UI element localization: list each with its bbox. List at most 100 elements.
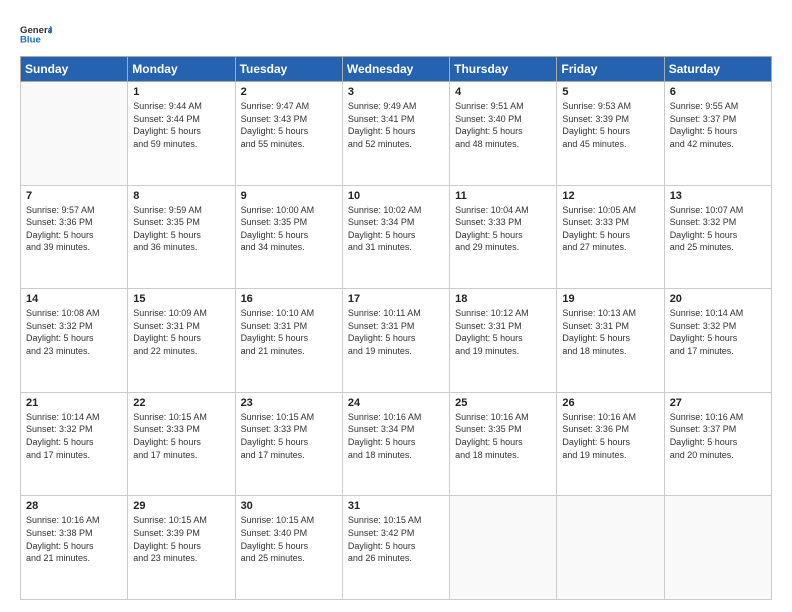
day-cell: 14Sunrise: 10:08 AM Sunset: 3:32 PM Dayl…: [21, 289, 128, 393]
day-info: Sunrise: 10:15 AM Sunset: 3:33 PM Daylig…: [133, 411, 229, 461]
day-cell: 1 Sunrise: 9:44 AM Sunset: 3:44 PM Daylig…: [128, 82, 235, 186]
day-number: 28: [26, 500, 122, 512]
day-cell: 18 Sunrise: 10:12 AM Sunset: 3:31 PM Dayl…: [450, 289, 557, 393]
day-number: 11: [455, 190, 551, 202]
weekday-tuesday: Tuesday: [235, 57, 342, 82]
day-cell: 6 Sunrise: 9:55 AM Sunset: 3:37 PM Daylig…: [664, 82, 771, 186]
day-info: Sunrise: 10:12 AM Sunset: 3:31 PM Daylig…: [455, 307, 551, 357]
week-row-4: 21 Sunrise: 10:14 AM Sunset: 3:32 PM Dayl…: [21, 392, 772, 496]
day-info: Sunrise: 10:08 AM Sunset: 3:32 PM Daylig…: [26, 307, 122, 357]
calendar-body: 1 Sunrise: 9:44 AM Sunset: 3:44 PM Daylig…: [21, 82, 772, 600]
calendar-page: General Blue SundayMondayTuesdayWednesda…: [0, 0, 792, 612]
day-cell: 5 Sunrise: 9:53 AM Sunset: 3:39 PM Daylig…: [557, 82, 664, 186]
calendar-table: SundayMondayTuesdayWednesdayThursdayFrid…: [20, 56, 772, 600]
day-cell: 23 Sunrise: 10:15 AM Sunset: 3:33 PM Dayl…: [235, 392, 342, 496]
day-info: Sunrise: 9:59 AM Sunset: 3:35 PM Dayligh…: [133, 204, 229, 254]
logo: General Blue: [20, 18, 52, 50]
day-cell: 22 Sunrise: 10:15 AM Sunset: 3:33 PM Dayl…: [128, 392, 235, 496]
day-info: Sunrise: 10:14 AM Sunset: 3:32 PM Daylig…: [26, 411, 122, 461]
day-info: Sunrise: 10:00 AM Sunset: 3:35 PM Daylig…: [241, 204, 337, 254]
day-cell: 8 Sunrise: 9:59 AM Sunset: 3:35 PM Daylig…: [128, 185, 235, 289]
day-info: Sunrise: 10:15 AM Sunset: 3:39 PM Daylig…: [133, 514, 229, 564]
day-cell: 4 Sunrise: 9:51 AM Sunset: 3:40 PM Daylig…: [450, 82, 557, 186]
day-number: 19: [562, 293, 658, 305]
day-info: Sunrise: 10:16 AM Sunset: 3:34 PM Daylig…: [348, 411, 444, 461]
day-info: Sunrise: 10:02 AM Sunset: 3:34 PM Daylig…: [348, 204, 444, 254]
day-info: Sunrise: 10:15 AM Sunset: 3:40 PM Daylig…: [241, 514, 337, 564]
day-info: Sunrise: 10:14 AM Sunset: 3:32 PM Daylig…: [670, 307, 766, 357]
day-cell: 25 Sunrise: 10:16 AM Sunset: 3:35 PM Dayl…: [450, 392, 557, 496]
day-number: 24: [348, 397, 444, 409]
day-info: Sunrise: 9:44 AM Sunset: 3:44 PM Dayligh…: [133, 100, 229, 150]
day-info: Sunrise: 9:55 AM Sunset: 3:37 PM Dayligh…: [670, 100, 766, 150]
day-info: Sunrise: 9:47 AM Sunset: 3:43 PM Dayligh…: [241, 100, 337, 150]
day-number: 2: [241, 86, 337, 98]
day-number: 22: [133, 397, 229, 409]
day-number: 3: [348, 86, 444, 98]
day-cell: 27 Sunrise: 10:16 AM Sunset: 3:37 PM Dayl…: [664, 392, 771, 496]
day-cell: [21, 82, 128, 186]
day-info: Sunrise: 9:49 AM Sunset: 3:41 PM Dayligh…: [348, 100, 444, 150]
day-info: Sunrise: 9:53 AM Sunset: 3:39 PM Dayligh…: [562, 100, 658, 150]
day-number: 25: [455, 397, 551, 409]
logo-icon: General Blue: [20, 18, 52, 50]
day-info: Sunrise: 10:10 AM Sunset: 3:31 PM Daylig…: [241, 307, 337, 357]
day-cell: [664, 496, 771, 600]
day-cell: 29 Sunrise: 10:15 AM Sunset: 3:39 PM Dayl…: [128, 496, 235, 600]
day-cell: 12Sunrise: 10:05 AM Sunset: 3:33 PM Dayl…: [557, 185, 664, 289]
day-cell: 19 Sunrise: 10:13 AM Sunset: 3:31 PM Dayl…: [557, 289, 664, 393]
day-number: 16: [241, 293, 337, 305]
day-number: 29: [133, 500, 229, 512]
day-number: 13: [670, 190, 766, 202]
weekday-saturday: Saturday: [664, 57, 771, 82]
day-cell: 9 Sunrise: 10:00 AM Sunset: 3:35 PM Dayli…: [235, 185, 342, 289]
day-number: 27: [670, 397, 766, 409]
day-number: 6: [670, 86, 766, 98]
week-row-2: 7Sunrise: 9:57 AM Sunset: 3:36 PM Daylig…: [21, 185, 772, 289]
day-cell: 10Sunrise: 10:02 AM Sunset: 3:34 PM Dayl…: [342, 185, 449, 289]
day-info: Sunrise: 10:15 AM Sunset: 3:42 PM Daylig…: [348, 514, 444, 564]
day-info: Sunrise: 10:07 AM Sunset: 3:32 PM Daylig…: [670, 204, 766, 254]
day-cell: 17Sunrise: 10:11 AM Sunset: 3:31 PM Dayl…: [342, 289, 449, 393]
day-cell: 31 Sunrise: 10:15 AM Sunset: 3:42 PM Dayl…: [342, 496, 449, 600]
week-row-3: 14Sunrise: 10:08 AM Sunset: 3:32 PM Dayl…: [21, 289, 772, 393]
day-number: 1: [133, 86, 229, 98]
day-number: 18: [455, 293, 551, 305]
weekday-thursday: Thursday: [450, 57, 557, 82]
day-number: 23: [241, 397, 337, 409]
day-info: Sunrise: 10:11 AM Sunset: 3:31 PM Daylig…: [348, 307, 444, 357]
day-info: Sunrise: 9:57 AM Sunset: 3:36 PM Dayligh…: [26, 204, 122, 254]
day-cell: 15Sunrise: 10:09 AM Sunset: 3:31 PM Dayl…: [128, 289, 235, 393]
day-cell: 20Sunrise: 10:14 AM Sunset: 3:32 PM Dayl…: [664, 289, 771, 393]
day-info: Sunrise: 9:51 AM Sunset: 3:40 PM Dayligh…: [455, 100, 551, 150]
weekday-sunday: Sunday: [21, 57, 128, 82]
day-cell: 2 Sunrise: 9:47 AM Sunset: 3:43 PM Daylig…: [235, 82, 342, 186]
day-number: 15: [133, 293, 229, 305]
weekday-wednesday: Wednesday: [342, 57, 449, 82]
day-number: 9: [241, 190, 337, 202]
day-number: 4: [455, 86, 551, 98]
day-cell: [557, 496, 664, 600]
day-info: Sunrise: 10:04 AM Sunset: 3:33 PM Daylig…: [455, 204, 551, 254]
week-row-1: 1 Sunrise: 9:44 AM Sunset: 3:44 PM Daylig…: [21, 82, 772, 186]
day-number: 26: [562, 397, 658, 409]
weekday-header-row: SundayMondayTuesdayWednesdayThursdayFrid…: [21, 57, 772, 82]
day-number: 8: [133, 190, 229, 202]
day-cell: 7Sunrise: 9:57 AM Sunset: 3:36 PM Daylig…: [21, 185, 128, 289]
day-number: 31: [348, 500, 444, 512]
header: General Blue: [20, 18, 772, 50]
day-cell: 28Sunrise: 10:16 AM Sunset: 3:38 PM Dayl…: [21, 496, 128, 600]
day-number: 30: [241, 500, 337, 512]
day-info: Sunrise: 10:16 AM Sunset: 3:36 PM Daylig…: [562, 411, 658, 461]
day-info: Sunrise: 10:13 AM Sunset: 3:31 PM Daylig…: [562, 307, 658, 357]
day-info: Sunrise: 10:16 AM Sunset: 3:37 PM Daylig…: [670, 411, 766, 461]
day-number: 5: [562, 86, 658, 98]
day-info: Sunrise: 10:15 AM Sunset: 3:33 PM Daylig…: [241, 411, 337, 461]
day-cell: [450, 496, 557, 600]
day-number: 12: [562, 190, 658, 202]
day-info: Sunrise: 10:16 AM Sunset: 3:35 PM Daylig…: [455, 411, 551, 461]
day-cell: 13 Sunrise: 10:07 AM Sunset: 3:32 PM Dayl…: [664, 185, 771, 289]
day-cell: 21 Sunrise: 10:14 AM Sunset: 3:32 PM Dayl…: [21, 392, 128, 496]
day-cell: 30 Sunrise: 10:15 AM Sunset: 3:40 PM Dayl…: [235, 496, 342, 600]
day-number: 21: [26, 397, 122, 409]
